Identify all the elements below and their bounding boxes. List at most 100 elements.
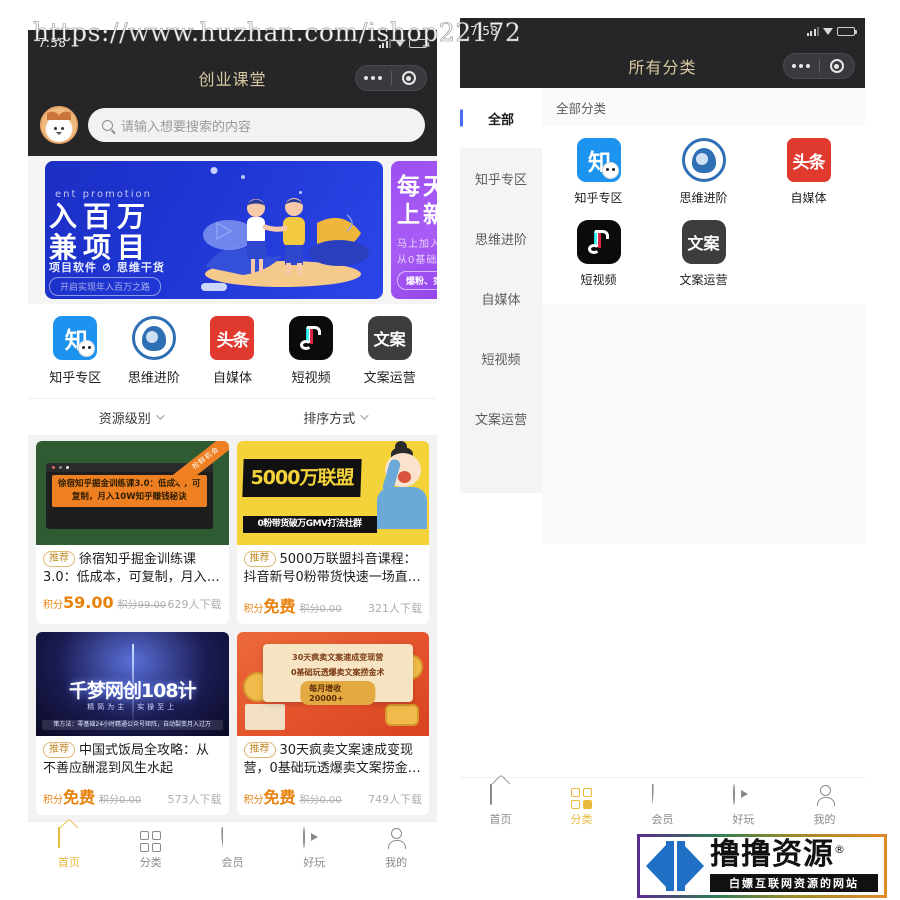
tab-mine[interactable]: 我的 <box>355 828 437 870</box>
thumbnail-line2: 0基础玩透爆卖文案捞金术 <box>290 667 385 677</box>
banner-illustration <box>203 198 369 287</box>
battery-icon <box>837 26 857 36</box>
category-wenan[interactable]: 文案 文案运营 <box>357 316 423 386</box>
banner2-sub1: 马上加入v <box>397 239 437 250</box>
home-icon <box>489 774 512 807</box>
banner-indicator <box>201 283 227 291</box>
douyin-icon <box>576 220 621 264</box>
wifi-icon <box>823 27 833 35</box>
tab-category[interactable]: 分类 <box>110 828 192 870</box>
category-wenan[interactable]: 文案 文案运营 <box>651 220 756 288</box>
filter-resource-level[interactable]: 资源级别 <box>28 399 233 435</box>
logo-text-block: 撸撸资源® 白嫖互联网资源的网站 <box>710 840 878 892</box>
product-footer: 积分 59.00 积分99.00 629人下载 <box>36 588 229 619</box>
table-row[interactable]: 徐宿知乎掘金训练课3.0：低成本，可复制，月入10W知乎赚钱秘诀 抢鲜机会 推荐… <box>36 441 229 624</box>
status-bar-left: 7:58 <box>28 30 437 56</box>
category-siwei[interactable]: 思维进阶 <box>651 138 756 206</box>
status-badge: 推荐 <box>243 741 276 759</box>
banner-pill: 开启实现年入百万之路 <box>49 277 162 296</box>
product-title: 推荐徐宿知乎掘金训练课3.0：低成本，可复制，月入10W知... <box>36 545 229 588</box>
shield-icon <box>221 827 243 850</box>
status-badge: 推荐 <box>243 551 276 568</box>
category-label: 短视频 <box>291 371 331 386</box>
more-dots-icon[interactable] <box>356 76 391 80</box>
more-dots-icon[interactable] <box>784 64 819 68</box>
wifi-icon <box>395 39 405 47</box>
category-siwei[interactable]: 思维进阶 <box>121 316 187 386</box>
sidebar-item-wenan[interactable]: 文案运营 <box>460 388 542 448</box>
tab-bar-left: 首页 分类 会员 好玩 我的 <box>28 818 437 877</box>
toutiao-icon: 头条 <box>210 316 255 360</box>
brain-icon <box>131 316 176 360</box>
logo-mark-icon <box>646 841 704 891</box>
target-circle-icon[interactable] <box>392 71 427 85</box>
category-label: 文案运营 <box>363 371 416 386</box>
thumbnail-strip: 0粉带货破万GMV打法社群 <box>242 516 377 533</box>
table-row[interactable]: 千梦网创108计 精简为主 实操至上 策方法：零基础24小时精通公众号矩阵，自动… <box>36 631 229 815</box>
thumbnail-line3: 每月增收20000+ <box>300 680 376 705</box>
product-footer: 积分 免费 积分0.00 321人下载 <box>237 588 430 624</box>
category-duanshipin[interactable]: 短视频 <box>278 316 344 386</box>
banner-headline: 入百万 兼项目 <box>49 200 152 265</box>
sidebar-item-zimeiti[interactable]: 自媒体 <box>460 268 542 328</box>
search-input[interactable]: 请输入想要搜索的内容 <box>88 108 425 142</box>
tab-member[interactable]: 会员 <box>192 827 274 870</box>
category-zhihu[interactable]: 知 知乎专区 <box>546 138 651 206</box>
filter-sort-order[interactable]: 排序方式 <box>233 399 438 435</box>
banner-dot-top <box>210 167 218 174</box>
douyin-icon <box>289 316 334 360</box>
tab-bar-right: 首页 分类 会员 好玩 我的 <box>460 774 865 833</box>
tab-category[interactable]: 分类 <box>541 785 622 827</box>
tab-home[interactable]: 首页 <box>460 774 541 827</box>
tab-fun[interactable]: 好玩 <box>703 783 784 827</box>
filter-label: 排序方式 <box>303 411 356 427</box>
registered-mark-icon: ® <box>834 843 846 856</box>
tab-fun[interactable]: 好玩 <box>273 827 355 870</box>
category-zimeiti[interactable]: 头条 自媒体 <box>756 138 861 206</box>
banner-slide-primary[interactable]: ent promotion 入百万 兼项目 项目软件 ⊘ 思维干货 开启实现年入百… <box>45 161 383 299</box>
table-row[interactable]: 30天疯卖文案速成变现营 0基础玩透爆卖文案捞金术 每月增收20000+ 推荐 3… <box>236 631 429 815</box>
shield-icon <box>651 783 674 807</box>
price-unit: 积分 <box>43 794 63 806</box>
sidebar-item-zhihu[interactable]: 知乎专区 <box>460 148 542 208</box>
section-title: 全部分类 <box>556 101 607 116</box>
category-zhihu[interactable]: 知 知乎专区 <box>42 316 108 386</box>
category-label: 知乎专区 <box>574 191 623 205</box>
page-title: 所有分类 <box>628 58 697 77</box>
category-empty-slot <box>756 220 861 288</box>
user-icon <box>385 828 407 850</box>
sidebar-item-duanshipin[interactable]: 短视频 <box>460 328 542 388</box>
grid-icon <box>140 828 162 853</box>
category-grid: 知 知乎专区 思维进阶 头条 自媒体 短视频 文案 文案运营 <box>546 138 861 288</box>
content-empty-area <box>542 304 865 544</box>
tab-mine[interactable]: 我的 <box>784 785 865 827</box>
tab-home[interactable]: 首页 <box>28 818 110 870</box>
target-circle-icon[interactable] <box>820 59 855 73</box>
home-icon <box>57 818 80 850</box>
price-unit: 积分 <box>243 603 264 615</box>
tab-label: 我的 <box>813 812 836 826</box>
sidebar-item-label: 知乎专区 <box>474 172 527 188</box>
sidebar-item-all[interactable]: 全部 <box>460 88 542 148</box>
product-title: 推荐5000万联盟抖音课程：抖音新号0粉带货快速一场直接... <box>237 545 430 588</box>
play-circle-icon <box>732 783 755 807</box>
category-label: 自媒体 <box>212 371 252 386</box>
banner-slide-secondary[interactable]: 每天上新 马上加入v 从0基础进阶 爆粉、实操 <box>391 161 437 299</box>
category-duanshipin[interactable]: 短视频 <box>546 220 651 288</box>
table-row[interactable]: 5000万联盟 0粉带货破万GMV打法社群 推荐 5000万联盟抖音课程：抖音新号… <box>236 441 430 624</box>
category-sidebar: 全部 知乎专区 思维进阶 自媒体 短视频 文案运营 <box>460 88 542 493</box>
page-title: 创业课堂 <box>198 70 267 89</box>
wechat-capsule-right[interactable] <box>783 53 855 79</box>
sidebar-item-siwei[interactable]: 思维进阶 <box>460 208 542 268</box>
category-zimeiti[interactable]: 头条 自媒体 <box>199 316 265 386</box>
price-original: 积分0.00 <box>99 794 142 806</box>
banner-subline: 项目软件 ⊘ 思维干货 <box>49 261 165 274</box>
tab-member[interactable]: 会员 <box>622 783 703 827</box>
screenshot-root: 7:58 创业课堂 请输入想要搜索的内容 ent promotion 入百万 兼… <box>0 0 900 900</box>
wechat-capsule-left[interactable] <box>355 65 427 91</box>
banner2-headline: 每天上新 <box>397 174 437 229</box>
banner-carousel[interactable]: ent promotion 入百万 兼项目 项目软件 ⊘ 思维干货 开启实现年入百… <box>28 156 437 304</box>
price-original: 积分0.00 <box>299 794 342 806</box>
download-count: 573人下载 <box>167 792 222 806</box>
user-avatar[interactable] <box>40 106 78 144</box>
